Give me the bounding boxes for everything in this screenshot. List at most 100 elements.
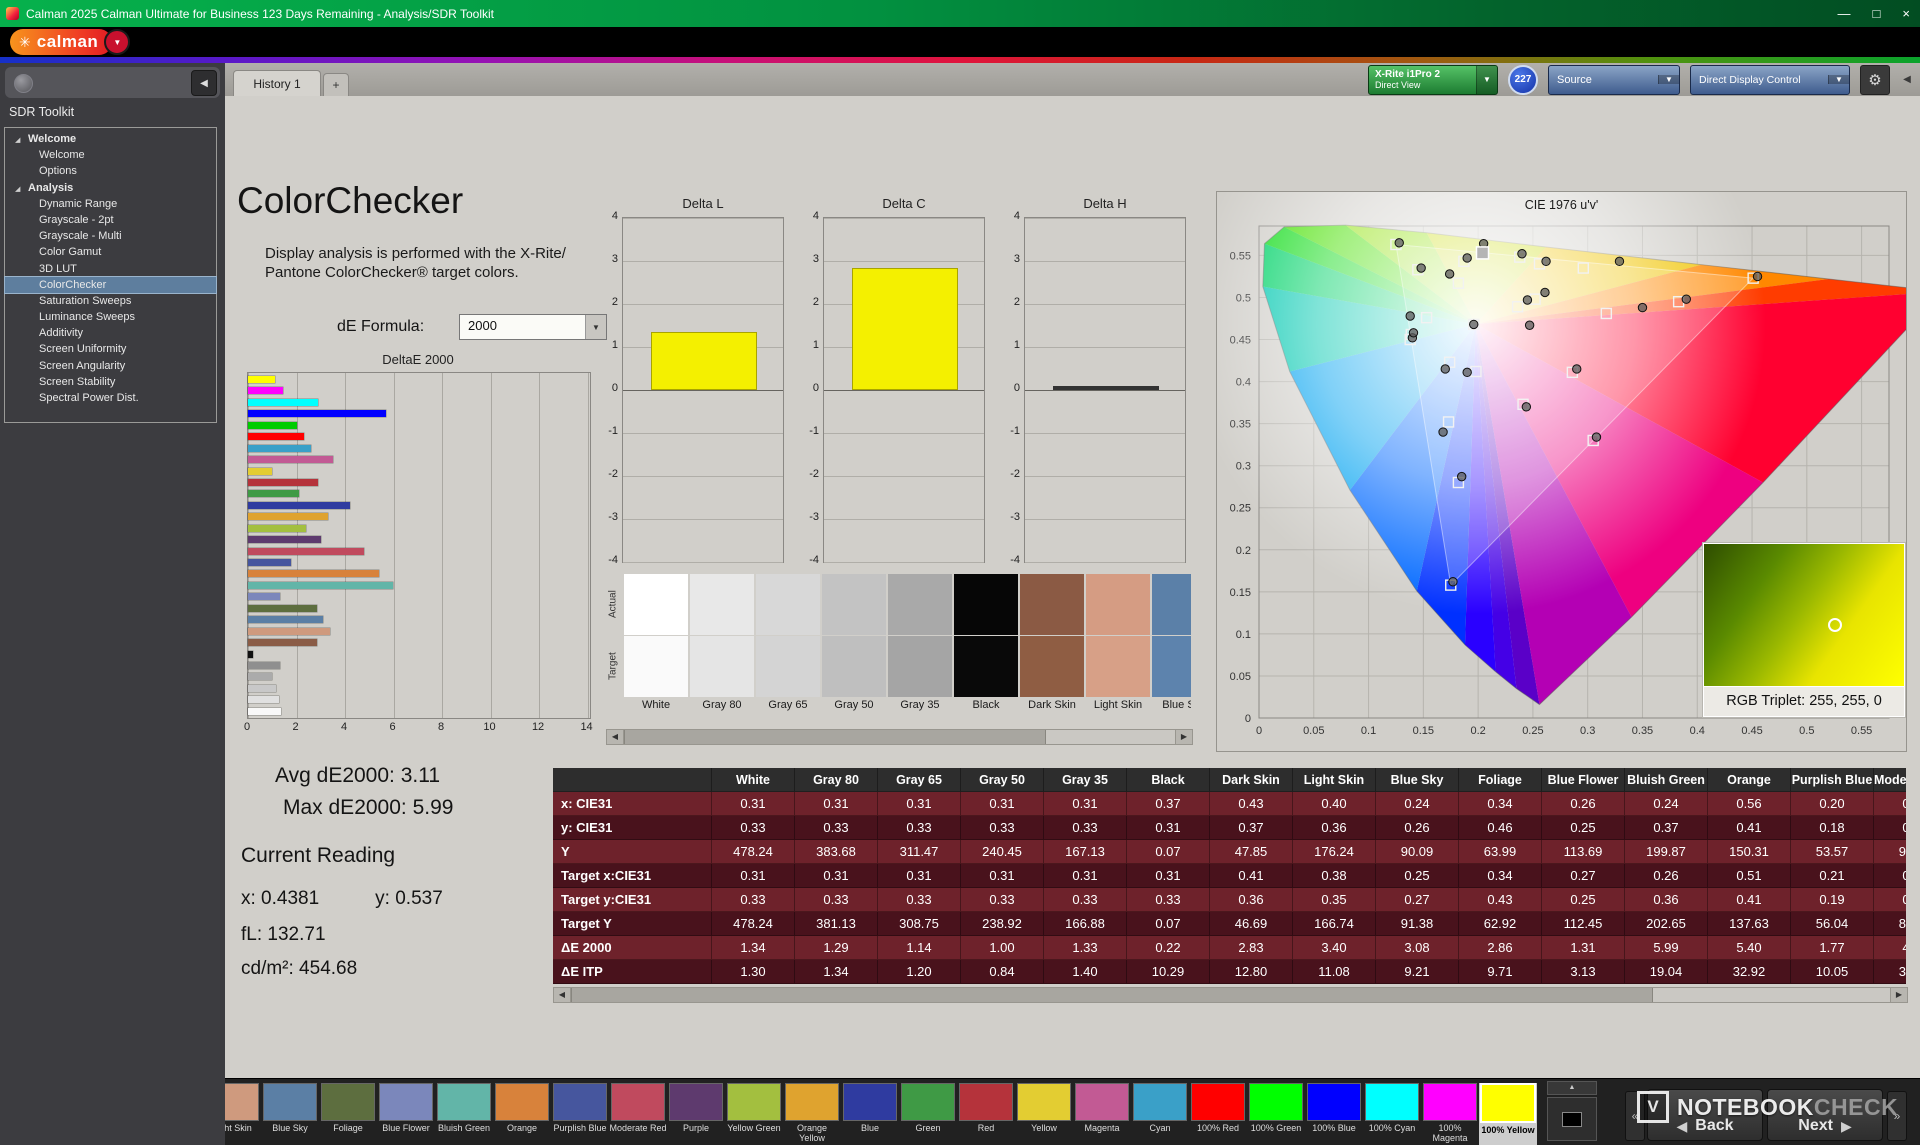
cie-measured-marker <box>1517 249 1527 259</box>
pattern-window-button[interactable] <box>1547 1097 1597 1141</box>
chevron-down-icon[interactable]: ▼ <box>1828 75 1849 84</box>
pattern-swatch-blue[interactable]: Blue <box>841 1083 899 1145</box>
sidebar-orb-icon[interactable] <box>14 74 33 93</box>
table-cell: 381.13 <box>795 912 878 936</box>
grid-line <box>824 261 984 262</box>
pattern-swatch-purplish-blue[interactable]: Purplish Blue <box>551 1083 609 1145</box>
table-cell: 0.25 <box>1376 864 1459 888</box>
swatch-label: 100% Yellow <box>1481 1125 1535 1135</box>
scroll-left-icon[interactable]: ◀ <box>554 988 571 1002</box>
sidebar-item-welcome[interactable]: Welcome <box>5 147 216 163</box>
gear-icon[interactable]: ⚙ <box>1860 64 1890 95</box>
calman-logo[interactable]: ✳ calman ▼ <box>10 29 131 55</box>
pattern-swatch-purple[interactable]: Purple <box>667 1083 725 1145</box>
back-button[interactable]: ◀ Back <box>1647 1089 1763 1141</box>
deltae-bar-cyan <box>248 444 312 452</box>
chevron-down-icon[interactable]: ▼ <box>585 315 606 339</box>
sidebar-item-spectral-power-dist[interactable]: Spectral Power Dist. <box>5 390 216 406</box>
pattern-swatch-green[interactable]: Green <box>899 1083 957 1145</box>
tab-history-1[interactable]: History 1 <box>233 70 321 97</box>
sidebar-item-colorchecker[interactable]: ColorChecker <box>4 275 217 294</box>
pattern-swatch-100-yellow[interactable]: 100% Yellow <box>1479 1083 1537 1145</box>
pattern-swatch-red[interactable]: Red <box>957 1083 1015 1145</box>
sidebar-item-color-gamut[interactable]: Color Gamut <box>5 244 216 260</box>
scrollbar-thumb[interactable] <box>571 988 1653 1002</box>
strip-row-labels: Actual Target <box>606 574 622 715</box>
tree-expand-icon[interactable]: ◢ <box>15 182 28 196</box>
pattern-swatch-moderate-red[interactable]: Moderate Red <box>609 1083 667 1145</box>
sidebar-item-3d-lut[interactable]: 3D LUT <box>5 261 216 277</box>
logo-dropdown-caret-icon[interactable]: ▼ <box>104 29 131 55</box>
display-control-dropdown[interactable]: Direct Display Control ▼ <box>1690 64 1850 95</box>
sidebar-item-luminance-sweeps[interactable]: Luminance Sweeps <box>5 309 216 325</box>
pattern-swatch-blue-flower[interactable]: Blue Flower <box>377 1083 435 1145</box>
sidebar-item-screen-angularity[interactable]: Screen Angularity <box>5 358 216 374</box>
chevron-down-icon[interactable]: ▼ <box>1476 65 1497 94</box>
panel-collapse-icon[interactable]: ◀ <box>1900 66 1914 94</box>
source-dropdown[interactable]: Source ▼ <box>1548 64 1680 95</box>
cie-measured-marker <box>1416 263 1426 273</box>
pattern-swatch-yellow-green[interactable]: Yellow Green <box>725 1083 783 1145</box>
reading-count-badge[interactable]: 227 <box>1508 64 1538 95</box>
axis-tick-label: -1 <box>1010 425 1020 437</box>
cie-measured-marker <box>1462 367 1472 378</box>
patch-target-swatch <box>822 636 886 697</box>
grid-line <box>1025 304 1185 305</box>
add-tab-button[interactable]: + <box>323 73 349 97</box>
sidebar-section-welcome[interactable]: ◢ Welcome <box>5 131 216 147</box>
table-cell: 0.31 <box>1127 816 1210 840</box>
sidebar-section-analysis[interactable]: ◢ Analysis <box>5 180 216 196</box>
sidebar-item-options[interactable]: Options <box>5 163 216 179</box>
strip-patch-black: Black <box>954 574 1018 715</box>
sidebar-item-additivity[interactable]: Additivity <box>5 325 216 341</box>
pattern-swatch-foliage[interactable]: Foliage <box>319 1083 377 1145</box>
tree-item-label: Grayscale - Multi <box>39 230 122 243</box>
pattern-swatch-yellow[interactable]: Yellow <box>1015 1083 1073 1145</box>
pattern-swatch-orange[interactable]: Orange <box>493 1083 551 1145</box>
strip-scrollbar[interactable]: ◀ ▶ <box>606 729 1193 745</box>
scroll-left-icon[interactable]: ◀ <box>607 730 624 744</box>
pattern-swatch-magenta[interactable]: Magenta <box>1073 1083 1131 1145</box>
table-cell: 0.31 <box>1044 792 1127 816</box>
deltae-bar-foliage <box>248 604 318 612</box>
nav-next-chevron-icon[interactable]: » <box>1887 1091 1907 1141</box>
table-cell: 311.47 <box>878 840 961 864</box>
sidebar-item-screen-uniformity[interactable]: Screen Uniformity <box>5 341 216 357</box>
nav-prev-chevron-icon[interactable]: « <box>1625 1091 1645 1141</box>
pattern-swatch-blue-sky[interactable]: Blue Sky <box>261 1083 319 1145</box>
pattern-swatch-orange-yellow[interactable]: Orange Yellow <box>783 1083 841 1145</box>
maximize-icon[interactable]: □ <box>1873 6 1881 21</box>
sidebar-item-screen-stability[interactable]: Screen Stability <box>5 374 216 390</box>
pattern-swatch-100-magenta[interactable]: 100% Magenta <box>1421 1083 1479 1145</box>
pattern-swatch-100-red[interactable]: 100% Red <box>1189 1083 1247 1145</box>
de-formula-select[interactable]: 2000 ▼ <box>459 314 607 340</box>
sidebar-item-grayscale-multi[interactable]: Grayscale - Multi <box>5 228 216 244</box>
tree-expand-icon[interactable]: ◢ <box>15 133 28 147</box>
pattern-swatch-100-blue[interactable]: 100% Blue <box>1305 1083 1363 1145</box>
current-x: x: 0.4381 <box>241 888 320 909</box>
axis-tick-label: -1 <box>608 425 618 437</box>
pattern-swatch-bluish-green[interactable]: Bluish Green <box>435 1083 493 1145</box>
close-icon[interactable]: × <box>1902 6 1910 21</box>
pattern-swatch-100-cyan[interactable]: 100% Cyan <box>1363 1083 1421 1145</box>
pattern-swatch-cyan[interactable]: Cyan <box>1131 1083 1189 1145</box>
pattern-swatch-100-green[interactable]: 100% Green <box>1247 1083 1305 1145</box>
scroll-right-icon[interactable]: ▶ <box>1890 988 1907 1002</box>
sidebar-item-saturation-sweeps[interactable]: Saturation Sweeps <box>5 293 216 309</box>
next-button[interactable]: Next ▶ <box>1767 1089 1883 1141</box>
delta-value-bar <box>651 332 757 390</box>
sidebar-item-grayscale-2pt[interactable]: Grayscale - 2pt <box>5 212 216 228</box>
chevron-down-icon[interactable]: ▼ <box>1658 75 1679 84</box>
table-scrollbar[interactable]: ◀ ▶ <box>553 987 1908 1003</box>
minimize-icon[interactable]: — <box>1838 6 1851 21</box>
table-row-label: ΔE 2000 <box>553 936 712 960</box>
scrollbar-thumb[interactable] <box>624 730 1046 744</box>
scroll-right-icon[interactable]: ▶ <box>1175 730 1192 744</box>
delta-chart-delta-l: Delta L 4 3 2 1 0 -1 -2 -3 -4 <box>608 196 784 566</box>
pattern-bar-expand-icon[interactable]: ▲ <box>1547 1081 1597 1095</box>
sidebar-collapse-icon[interactable]: ◀ <box>191 70 217 96</box>
meter-dropdown[interactable]: X-Rite i1Pro 2 Direct View ▼ <box>1368 64 1498 95</box>
sidebar-item-dynamic-range[interactable]: Dynamic Range <box>5 196 216 212</box>
table-row-target-x-cie31: Target x:CIE31 0.31 0.31 0.31 0.31 0.31 0.31 0.… <box>553 864 1906 888</box>
pattern-swatch-light-skin[interactable]: Light Skin <box>225 1083 261 1145</box>
